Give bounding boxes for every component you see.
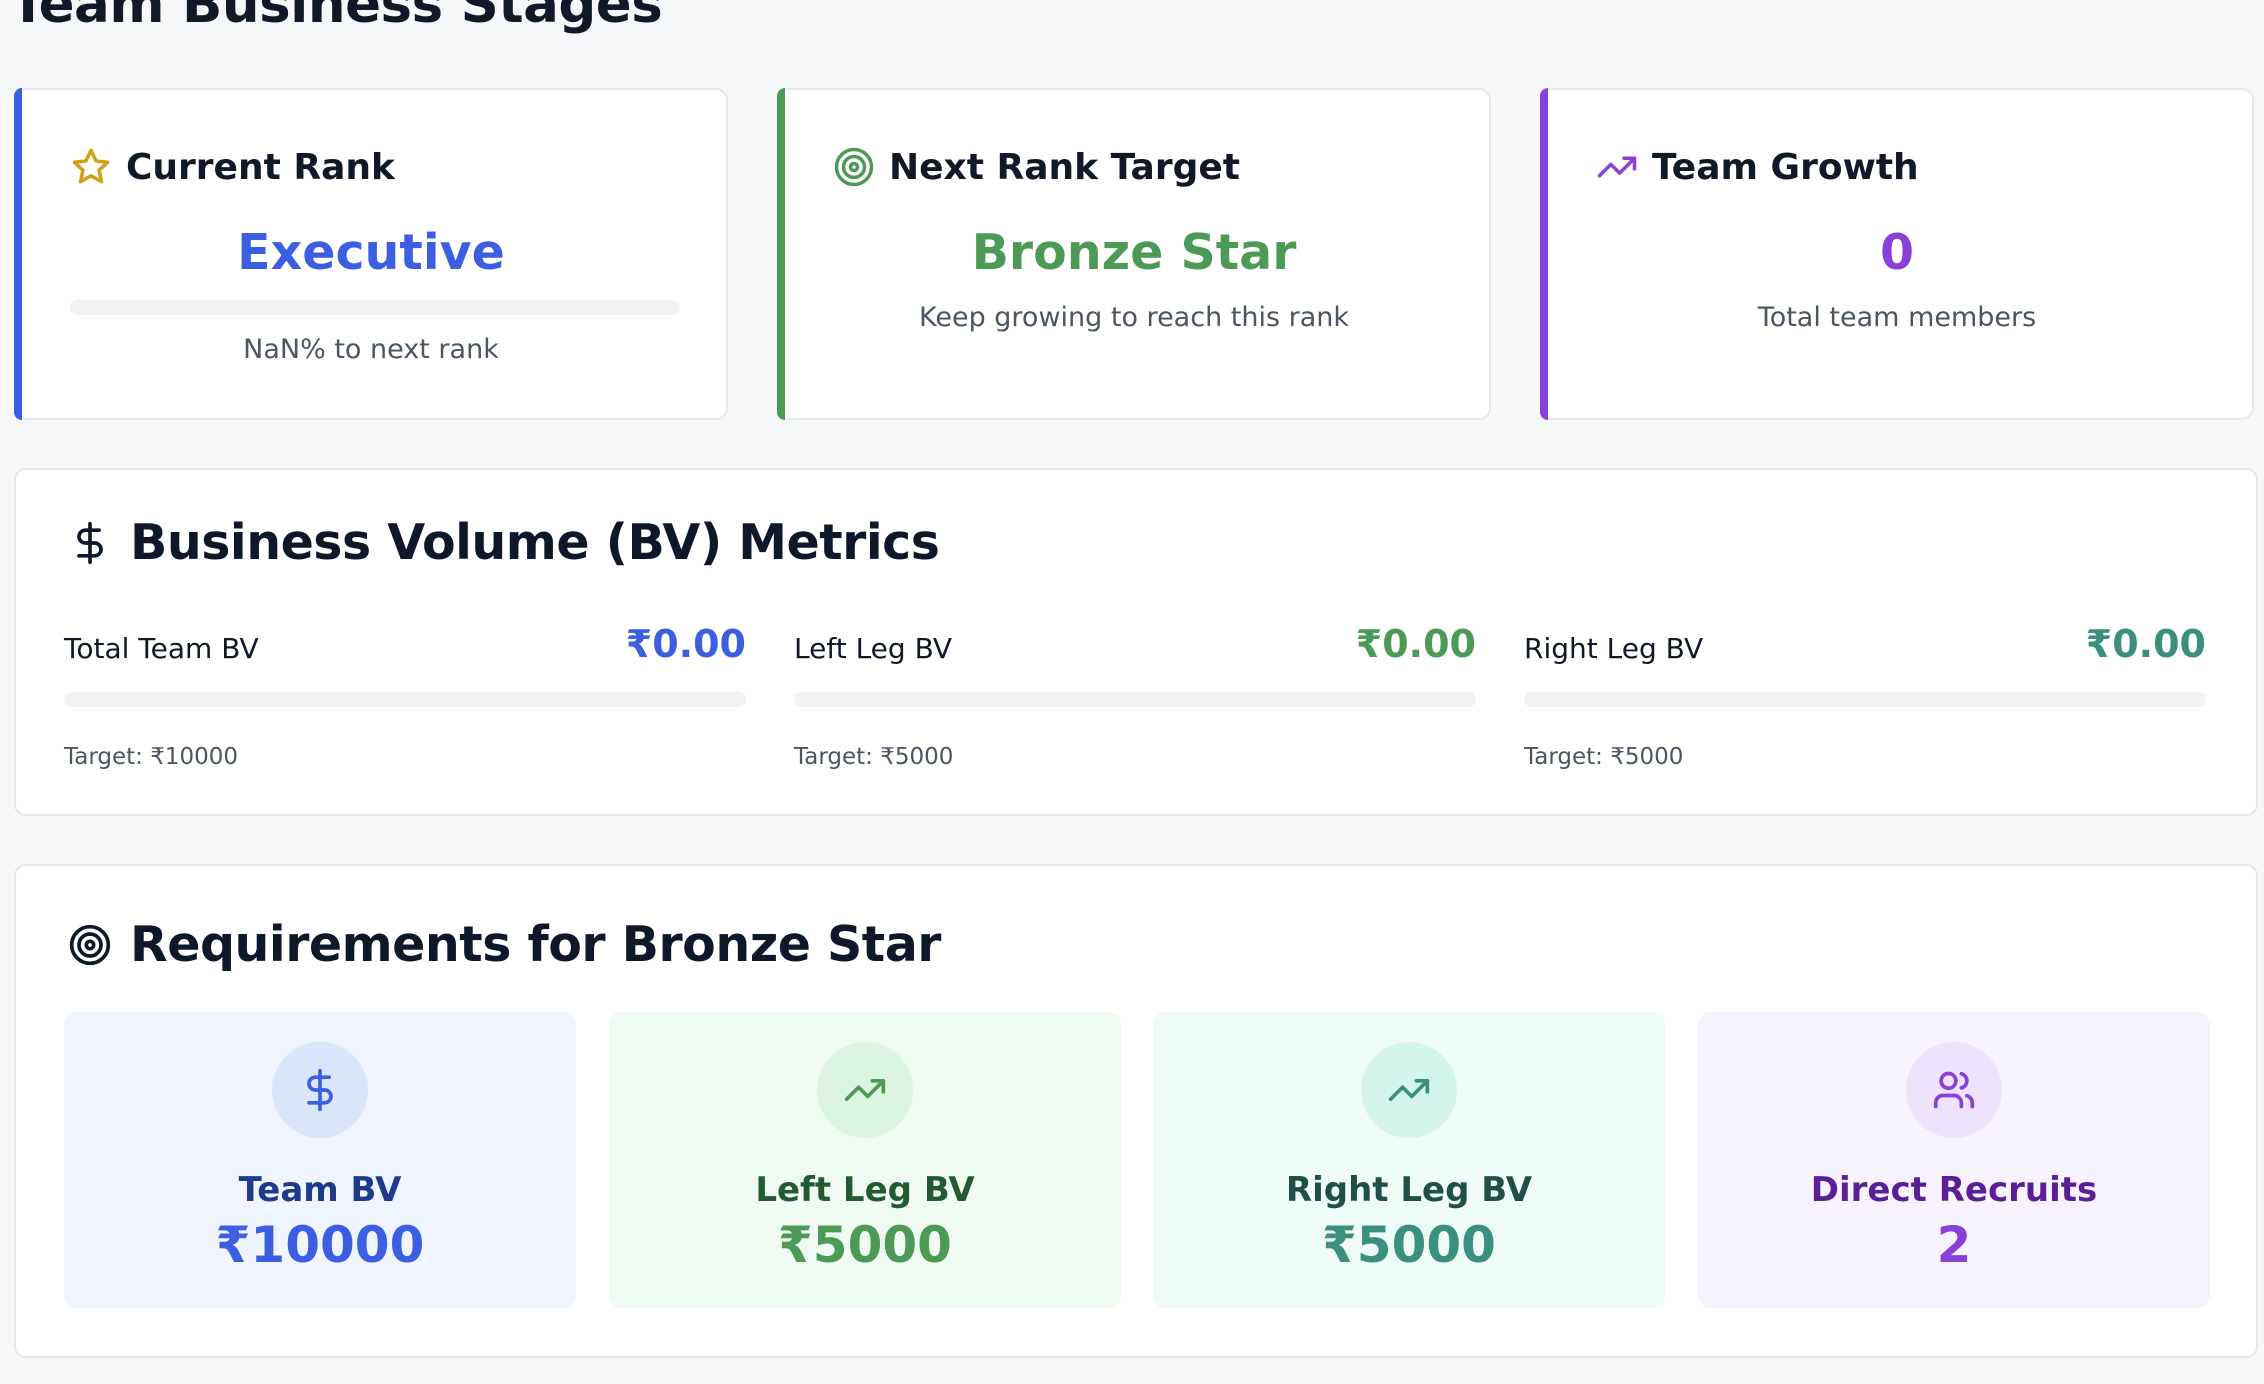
team-growth-label: Team Growth: [1652, 146, 1919, 188]
requirement-label: Direct Recruits: [1810, 1170, 2098, 1210]
trending-up-icon: [1597, 156, 1637, 178]
page-title: Team Business Stages: [10, 0, 663, 35]
bv-metrics-title: Business Volume (BV) Metrics: [130, 514, 940, 571]
metric-progress-bar: [64, 692, 746, 707]
metric-target: Target: ₹5000: [1524, 744, 1684, 770]
current-rank-card: Current Rank Executive NaN% to next rank: [14, 88, 728, 420]
target-icon: [834, 147, 874, 187]
requirement-label: Right Leg BV: [1285, 1170, 1533, 1210]
star-icon: [72, 148, 110, 184]
current-rank-label: Current Rank: [126, 146, 395, 188]
next-rank-card: Next Rank Target Bronze Star Keep growin…: [777, 88, 1491, 420]
requirements-title: Requirements for Bronze Star: [130, 916, 941, 973]
target-icon: [69, 924, 111, 965]
metric-value: ₹0.00: [2085, 622, 2206, 666]
requirement-label: Team BV: [238, 1170, 402, 1210]
requirement-team-bv: Team BV ₹10000: [64, 1012, 576, 1308]
next-rank-sub: Keep growing to reach this rank: [918, 302, 1350, 333]
trending-up-icon: [844, 1079, 886, 1101]
requirement-right-leg-bv: Right Leg BV ₹5000: [1153, 1012, 1665, 1308]
metric-right-leg-bv: Right Leg BV ₹0.00 Target: ₹5000: [1524, 622, 2206, 822]
rank-progress-text: NaN% to next rank: [243, 334, 499, 365]
requirement-direct-recruits: Direct Recruits 2: [1698, 1012, 2210, 1308]
metric-target: Target: ₹10000: [64, 744, 239, 770]
requirement-left-leg-bv: Left Leg BV ₹5000: [609, 1012, 1121, 1308]
requirement-value: ₹5000: [1322, 1216, 1496, 1274]
team-growth-sub: Total team members: [1757, 302, 2037, 333]
trending-up-icon: [1388, 1079, 1430, 1101]
metric-total-team-bv: Total Team BV ₹0.00 Target: ₹10000: [64, 622, 746, 822]
team-growth-value: 0: [1879, 224, 1915, 281]
metric-label: Total Team BV: [64, 632, 259, 665]
requirement-value: ₹10000: [215, 1216, 425, 1274]
current-rank-value: Executive: [237, 224, 505, 281]
next-rank-value: Bronze Star: [971, 224, 1297, 281]
requirement-value: ₹5000: [778, 1216, 952, 1274]
metric-label: Right Leg BV: [1524, 632, 1704, 665]
dollar-icon: [77, 521, 103, 564]
requirements-section: Requirements for Bronze Star Team BV ₹10…: [14, 864, 2258, 1358]
bv-metrics-section: Business Volume (BV) Metrics Total Team …: [14, 468, 2258, 816]
dollar-icon: [307, 1068, 333, 1112]
metric-target: Target: ₹5000: [794, 744, 954, 770]
next-rank-label: Next Rank Target: [889, 146, 1240, 188]
team-growth-card: Team Growth 0 Total team members: [1540, 88, 2254, 420]
metric-value: ₹0.00: [625, 622, 746, 666]
metric-value: ₹0.00: [1355, 622, 1476, 666]
rank-progress-bar: [70, 300, 680, 315]
metric-left-leg-bv: Left Leg BV ₹0.00 Target: ₹5000: [794, 622, 1476, 822]
metric-label: Left Leg BV: [794, 632, 953, 665]
users-icon: [1933, 1071, 1975, 1109]
metric-progress-bar: [1524, 692, 2206, 707]
requirement-label: Left Leg BV: [755, 1170, 975, 1210]
requirement-value: 2: [1936, 1216, 1972, 1274]
metric-progress-bar: [794, 692, 1476, 707]
